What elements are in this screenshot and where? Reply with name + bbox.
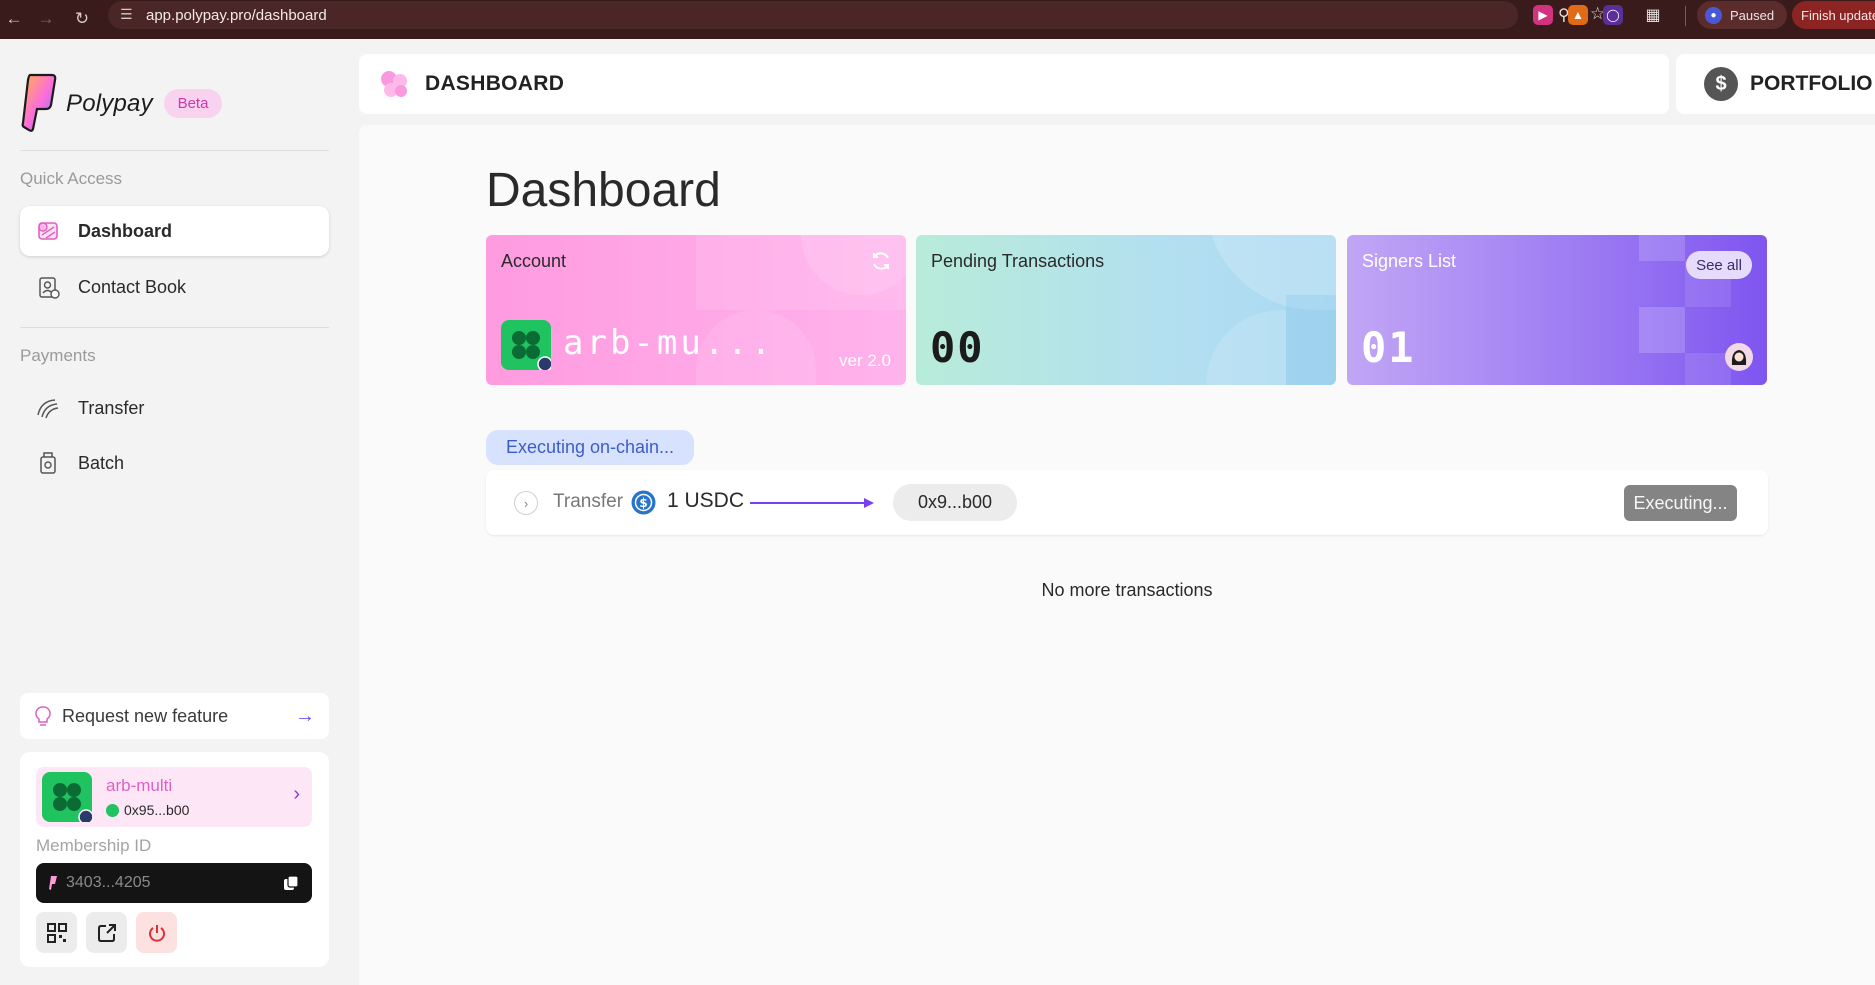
sidebar-item-transfer[interactable]: Transfer [20,383,329,433]
account-avatar [501,320,553,372]
portfolio-label: PORTFOLIO [1750,72,1873,95]
request-feature-label: Request new feature [62,705,229,726]
forward-arrow-icon[interactable]: → [32,5,60,33]
qr-code-button[interactable] [36,912,77,953]
extensions-puzzle-icon[interactable]: ▦ [1643,5,1663,25]
sidebar-divider [20,327,329,328]
sidebar-item-label: Dashboard [78,220,173,241]
site-settings-icon[interactable]: ☰ [120,6,133,23]
arrow-right-icon: → [295,704,315,727]
sidebar-item-batch[interactable]: Batch [20,438,329,488]
no-more-transactions: No more transactions [1041,580,1213,600]
transaction-amount: 1 USDC [667,489,745,512]
account-panel: arb-multi 0x95...b00 › Membership ID 340… [20,752,329,967]
account-switcher[interactable]: arb-multi 0x95...b00 › [36,767,312,827]
chevron-right-icon: › [293,783,300,805]
sidebar-item-label: Contact Book [78,276,187,297]
membership-label: Membership ID [36,836,152,855]
external-link-icon [97,923,116,942]
executing-status-chip: Executing on-chain... [486,430,694,465]
account-address-text: 0x95...b00 [124,802,190,818]
pending-card-title: Pending Transactions [931,251,1105,271]
beta-badge: Beta [164,89,222,118]
account-card-title: Account [501,251,567,271]
profile-status: Paused [1730,7,1775,23]
transaction-row[interactable]: › Transfer $ 1 USDC 0x9...b00 Executing.… [486,470,1768,535]
sidebar-item-label: Transfer [78,397,145,418]
pending-transactions-card[interactable]: Pending Transactions 00 [916,235,1336,385]
url-text[interactable]: app.polypay.pro/dashboard [146,7,327,24]
page-title: Dashboard [486,164,721,217]
main-content: Dashboard Account arb-mu... ver 2.0 Pend… [359,125,1875,985]
transaction-type: Transfer [553,491,624,512]
usdc-icon: $ [631,490,656,515]
contact-book-icon [32,271,64,303]
membership-id-field: 3403...4205 [36,863,312,903]
dollar-icon: $ [1704,67,1738,101]
request-feature-button[interactable]: Request new feature → [20,693,329,739]
pending-count: 00 [930,323,985,372]
see-all-button[interactable]: See all [1686,251,1752,279]
card-pattern [1286,295,1336,385]
polypay-mini-logo-icon [49,876,57,890]
sidebar-item-contact-book[interactable]: Contact Book [20,262,329,312]
quick-access-heading: Quick Access [20,169,123,188]
qr-code-icon [46,922,67,943]
card-pattern [1639,307,1685,353]
membership-id-value: 3403...4205 [66,874,151,891]
signer-avatar[interactable] [1725,343,1753,371]
profile-chip[interactable]: ● Paused [1697,1,1787,29]
expand-chevron-icon[interactable]: › [514,491,538,515]
executing-button[interactable]: Executing... [1624,485,1737,521]
copy-icon[interactable] [282,874,300,892]
account-address: 0x95...b00 [106,802,189,818]
power-icon [148,924,165,942]
svg-text:$: $ [639,496,647,510]
page-header: DASHBOARD [359,54,1669,114]
card-pattern [1206,310,1286,385]
batch-icon [32,447,64,479]
version-label: ver 2.0 [839,351,891,370]
sidebar-divider [20,150,329,151]
account-card[interactable]: Account arb-mu... ver 2.0 [486,235,906,385]
signers-card-title: Signers List [1362,251,1457,271]
payments-heading: Payments [20,346,96,365]
reload-icon[interactable]: ↻ [68,5,96,33]
open-external-button[interactable] [86,912,127,953]
signers-list-card[interactable]: Signers List See all 01 [1347,235,1767,385]
finish-update-button[interactable]: Finish update [1792,1,1875,29]
dashboard-header-icon [381,71,407,97]
extension-icon[interactable]: ◯ [1603,5,1623,25]
address-bar[interactable]: ☰ app.polypay.pro/dashboard ⚲ ☆ [108,1,1605,29]
toolbar-divider [1685,6,1686,26]
account-name: arb-multi [106,776,173,795]
browser-toolbar: ← → ↻ ☰ app.polypay.pro/dashboard ⚲ ☆ ▶ … [0,0,1875,39]
arrow-right-icon [750,498,874,508]
address-avatar-icon [106,803,119,817]
header-title: DASHBOARD [425,72,565,95]
signers-count: 01 [1361,323,1416,372]
destination-address[interactable]: 0x9...b00 [893,484,1017,521]
account-avatar [42,772,94,825]
brand-name[interactable]: Polypay [66,90,153,118]
account-card-name: arb-mu... [563,323,775,363]
portfolio-button[interactable]: $ PORTFOLIO [1676,54,1875,114]
refresh-icon[interactable] [869,249,893,273]
metamask-extension-icon[interactable]: ▲ [1568,5,1588,25]
sidebar-item-label: Batch [78,452,125,473]
transfer-icon [32,392,64,424]
profile-avatar-icon: ● [1705,6,1722,24]
card-pattern [1639,235,1685,261]
disconnect-button[interactable] [136,912,177,953]
back-arrow-icon[interactable]: ← [0,5,28,33]
lightbulb-icon [35,706,51,726]
dashboard-icon [32,215,64,247]
extension-icon[interactable]: ▶ [1533,5,1553,25]
sidebar: Polypay Beta Quick Access Dashboard Cont… [0,39,352,985]
polypay-logo-icon[interactable] [20,71,58,133]
sidebar-item-dashboard[interactable]: Dashboard [20,206,329,256]
